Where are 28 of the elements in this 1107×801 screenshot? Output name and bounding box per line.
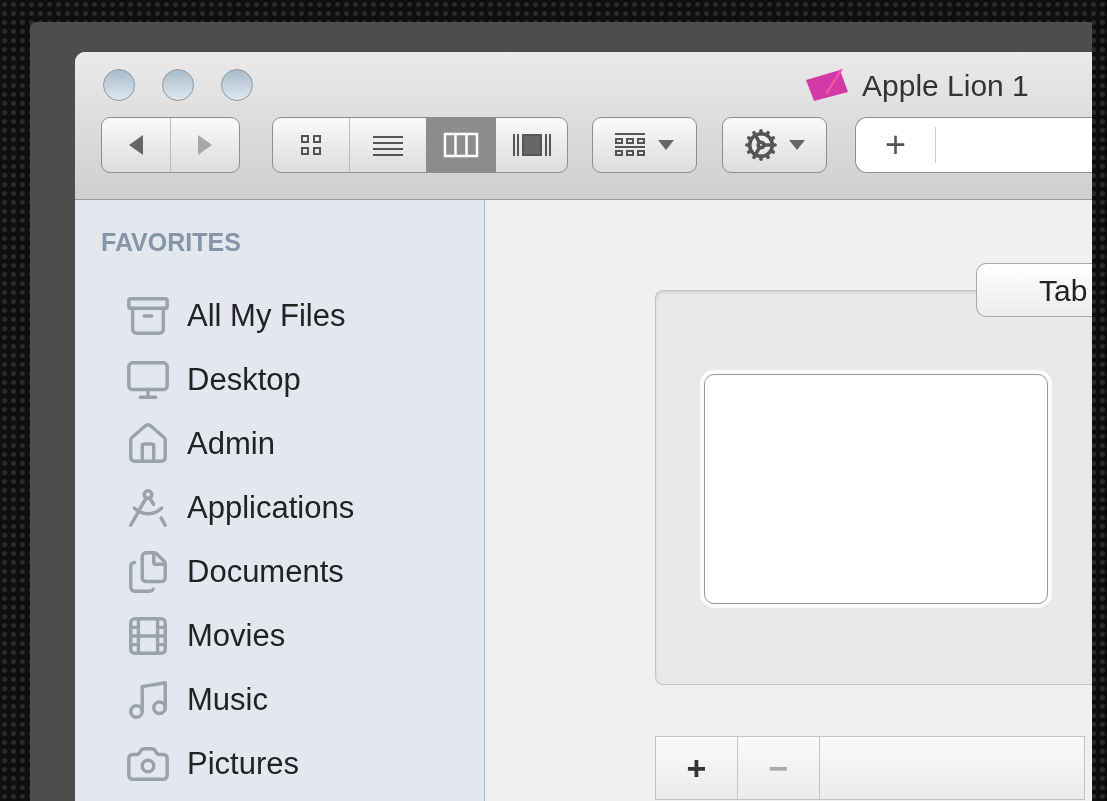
sidebar-heading: FAVORITES bbox=[100, 227, 242, 258]
list-icon bbox=[373, 134, 404, 156]
caret-icon bbox=[787, 139, 806, 151]
sidebar-item[interactable]: Admin bbox=[75, 412, 484, 476]
arrange-button[interactable] bbox=[592, 117, 697, 173]
arrange-grid-icon bbox=[614, 132, 645, 158]
tab[interactable]: Tab bbox=[976, 263, 1092, 317]
columns-icon bbox=[443, 132, 480, 158]
sidebar-item[interactable]: Desktop bbox=[75, 348, 484, 412]
sidebar-item[interactable]: Applications bbox=[75, 476, 484, 540]
view-control[interactable] bbox=[272, 117, 568, 173]
sidebar-item[interactable]: Movies bbox=[75, 604, 484, 668]
window-title: Apple Lion 1 bbox=[862, 67, 1029, 104]
action-button[interactable] bbox=[722, 117, 827, 173]
grid-icon bbox=[300, 134, 323, 156]
cover-flow-icon bbox=[511, 132, 552, 158]
sidebar-item[interactable]: Music bbox=[75, 668, 484, 732]
sidebar-item[interactable]: All My Files bbox=[75, 284, 484, 348]
view-mode-button[interactable] bbox=[425, 118, 497, 172]
add-path-button[interactable]: + bbox=[856, 127, 936, 163]
sidebar-item[interactable]: Pictures bbox=[75, 732, 484, 796]
path-field[interactable]: + bbox=[855, 117, 1092, 173]
caret-icon bbox=[656, 139, 675, 151]
add-button[interactable]: + bbox=[656, 737, 738, 799]
gear-icon bbox=[743, 128, 778, 162]
sidebar-item[interactable]: Documents bbox=[75, 540, 484, 604]
back-forward-control[interactable] bbox=[101, 117, 240, 173]
folder-icon bbox=[804, 68, 850, 102]
